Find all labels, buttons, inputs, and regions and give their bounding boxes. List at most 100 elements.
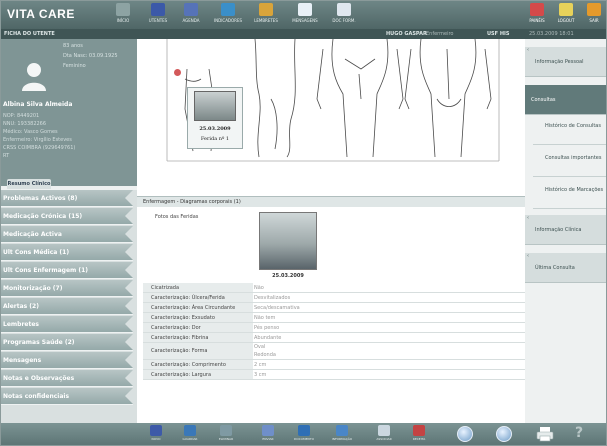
wound-card[interactable]: 25.03.2009 Ferida nº 1 — [187, 87, 243, 149]
patient-crss: CRSS COIMBRA (929649761) — [3, 145, 76, 151]
toolbar-label: MENSAGENS — [292, 18, 318, 23]
menu-alertas[interactable]: Alertas (2) — [1, 298, 133, 315]
chevron-left-icon: ‹ — [527, 47, 529, 53]
consultas-item[interactable]: Consultas — [525, 85, 606, 115]
toolbar-home-button[interactable]: INÍCIO — [106, 3, 140, 28]
property-key: Caracterização: Fibrina — [143, 333, 253, 342]
current-datetime: 25.03.2009 18:01 — [529, 31, 574, 37]
toolbar-doc-form-button[interactable]: DOC FORM. — [327, 3, 361, 28]
property-value: Desvitalizados — [254, 295, 291, 301]
eliminar-icon — [220, 425, 232, 436]
chevron-left-icon: ‹ — [527, 215, 529, 221]
menu-notas-observacoes[interactable]: Notas e Observações — [1, 370, 133, 387]
mensagens-icon — [298, 3, 312, 16]
bottom-enviar-button[interactable]: ENVIAR — [257, 425, 279, 444]
property-row: Caracterização: Área Circundante Seca/des… — [143, 303, 525, 313]
ultima-consulta-item[interactable]: ‹ Última Consulta — [525, 253, 606, 283]
bottom-informacao-button[interactable]: INFORMAÇÃO — [331, 425, 353, 444]
bottom-novo-button[interactable]: NOVO — [145, 425, 167, 444]
property-row: Caracterização: Dor Pés penso — [143, 323, 525, 333]
body-diagram[interactable]: 25.03.2009 Ferida nº 1 — [137, 39, 525, 189]
menu-lembretes[interactable]: Lembretes — [1, 316, 133, 333]
agenda-icon — [184, 3, 198, 16]
toolbar-lembretes-button[interactable]: LEMBRETES — [249, 3, 283, 28]
toolbar-logout-button[interactable]: LOGOUT — [552, 3, 580, 28]
property-row: Caracterização: Largura 3 cm — [143, 370, 525, 380]
documento-icon — [298, 425, 310, 436]
utentes-icon — [151, 3, 165, 16]
menu-notas-confidenciais[interactable]: Notas confidenciais — [1, 388, 133, 405]
property-key: Caracterização: Comprimento — [143, 360, 253, 369]
consultas-importantes-link[interactable]: Consultas importantes — [533, 147, 606, 177]
receita-icon — [413, 425, 425, 436]
menu-monitorizacao[interactable]: Monitorização (7) — [1, 280, 133, 297]
bottom-eliminar-button[interactable]: ELIMINAR — [215, 425, 237, 444]
help-icon[interactable]: ? — [575, 425, 583, 441]
bottom-label: ENVIAR — [262, 437, 274, 441]
paineis-icon — [530, 3, 544, 16]
toolbar-label: UTENTES — [148, 18, 168, 23]
wound-thumbnail — [194, 91, 236, 121]
property-value: Oval — [254, 344, 266, 350]
print-icon[interactable] — [536, 426, 554, 442]
toolbar-utentes-button[interactable]: UTENTES — [141, 3, 175, 28]
toolbar-label: PAINÉIS — [529, 18, 545, 23]
menu-programas-saude[interactable]: Programas Saúde (2) — [1, 334, 133, 351]
main-content: 25.03.2009 Ferida nº 1 Enfermagem - Diag… — [137, 39, 525, 423]
wound-properties-table: Cicatrizada Não Caracterização: Úlcera/Fer… — [143, 283, 525, 380]
property-value: Seca/descamativa — [254, 305, 300, 311]
wound-marker[interactable] — [174, 69, 181, 76]
menu-medicacao-activa[interactable]: Medicação Activa — [1, 226, 133, 243]
property-key: Caracterização: Dor — [143, 323, 253, 332]
toolbar-label: SAIR — [589, 18, 599, 23]
toolbar-agenda-button[interactable]: AGENDA — [174, 3, 208, 28]
patient-nnu: NNU: 193382266 — [3, 121, 47, 127]
toolbar-label: AGENDA — [182, 18, 200, 23]
patient-nop: NOP: 8449201 — [3, 113, 40, 119]
menu-ult-cons-medica[interactable]: Ult Cons Médica (1) — [1, 244, 133, 261]
toolbar-mensagens-button[interactable]: MENSAGENS — [288, 3, 322, 28]
sub-header: FICHA DO UTENTE HUGO GASPAR Enfermeiro U… — [1, 29, 606, 39]
bottom-label: GUARDAR — [182, 437, 198, 441]
toolbar-indicadores-button[interactable]: INDICADORES — [211, 3, 245, 28]
patient-age: 83 anos — [63, 43, 83, 49]
right-panel: ‹ Informação Pessoal Consultas Histórico… — [525, 39, 606, 423]
property-key: Caracterização: Forma — [143, 343, 253, 359]
property-value: 2 cm — [254, 362, 267, 368]
user-role: Enfermeiro — [426, 31, 454, 37]
toolbar-sair-button[interactable]: SAIR — [580, 3, 607, 28]
patient-gender: Feminino — [63, 63, 86, 69]
historico-marcacoes-link[interactable]: Histórico de Marcações — [533, 179, 606, 209]
property-key: Cicatrizada — [143, 283, 253, 292]
patient-doctor: Médico: Vasco Gomes — [3, 129, 58, 135]
previous-button[interactable] — [457, 426, 473, 442]
bottom-label: ELIMINAR — [218, 437, 234, 441]
toolbar-label: INÍCIO — [116, 18, 130, 23]
bottom-receita-button[interactable]: RECEITA — [408, 425, 430, 444]
property-value: Redonda — [254, 352, 276, 358]
wound-photo[interactable] — [259, 212, 317, 270]
bottom-documento-button[interactable]: DOCUMENTO — [293, 425, 315, 444]
next-button[interactable] — [496, 426, 512, 442]
tab-resumo-clinico[interactable]: Resumo Clínico — [7, 179, 51, 189]
patient-nurse: Enfermeiro: Virgílio Esteves — [3, 137, 72, 143]
consultas-label: Consultas — [531, 97, 556, 103]
property-row: Caracterização: Úlcera/Ferida Desvitaliza… — [143, 293, 525, 303]
historico-consultas-link[interactable]: Histórico de Consultas — [533, 117, 606, 145]
info-pessoal-item[interactable]: ‹ Informação Pessoal — [525, 47, 606, 77]
info-clinica-item[interactable]: ‹ Informação Clínica — [525, 215, 606, 245]
menu-problemas-activos[interactable]: Problemas Activos (8) — [1, 190, 133, 207]
bottom-associar-button[interactable]: ASSOCIAR — [373, 425, 395, 444]
menu-medicacao-cronica[interactable]: Medicação Crónica (15) — [1, 208, 133, 225]
bottom-guardar-button[interactable]: GUARDAR — [179, 425, 201, 444]
toolbar-label: INDICADORES — [213, 18, 243, 23]
menu-mensagens[interactable]: Mensagens — [1, 352, 133, 369]
patient-panel: 83 anos Dta Nasc: 03.09.1925 Feminino Al… — [1, 39, 137, 189]
indicadores-icon — [221, 3, 235, 16]
toolbar-label: DOC FORM. — [332, 18, 356, 23]
patient-rt: RT — [3, 153, 10, 159]
property-key: Caracterização: Área Circundante — [143, 303, 253, 312]
associar-icon — [378, 425, 390, 436]
menu-ult-cons-enfermagem[interactable]: Ult Cons Enfermagem (1) — [1, 262, 133, 279]
toolbar-paineis-button[interactable]: PAINÉIS — [523, 3, 551, 28]
